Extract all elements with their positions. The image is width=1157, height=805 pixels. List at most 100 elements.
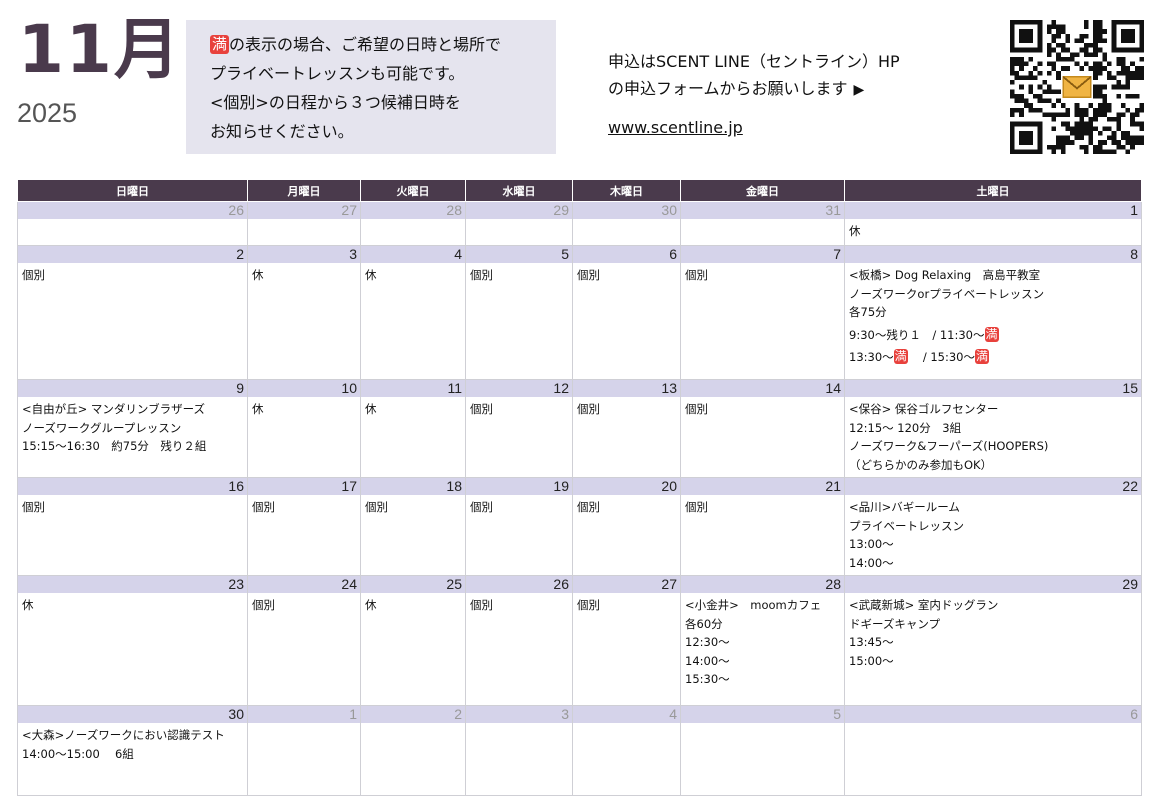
time-slot-line: 13:30〜満 / 15:30〜満 — [849, 348, 1137, 367]
day-number: 2 — [361, 706, 465, 723]
day-number: 23 — [18, 576, 247, 593]
event-text: 休 — [18, 593, 247, 618]
event-line: 個別 — [470, 500, 493, 514]
event-line: 個別 — [470, 402, 493, 416]
day-cell[interactable]: 2 — [360, 705, 466, 796]
event-text: 個別 — [361, 495, 465, 520]
event-text: 個別 — [466, 263, 572, 288]
day-cell[interactable]: 5 個別 — [465, 245, 573, 380]
event-text: 休 — [361, 263, 465, 288]
day-number: 15 — [845, 380, 1141, 397]
event-text: 個別 — [466, 397, 572, 422]
event-line: <武蔵新城> 室内ドッグラン — [849, 598, 999, 612]
day-cell[interactable]: 18 個別 — [360, 477, 466, 576]
day-cell[interactable]: 8 <板橋> Dog Relaxing 高島平教室 ノーズワークorプライベートレッ… — [844, 245, 1142, 380]
event-text: 個別 — [681, 397, 844, 422]
event-line: 休 — [252, 402, 264, 416]
event-line: 13:00〜 — [849, 537, 894, 551]
day-cell[interactable]: 11 休 — [360, 379, 466, 478]
day-cell[interactable]: 15 <保谷> 保谷ゴルフセンター 12:15〜 120分 3組 ノーズワーク&フーパ… — [844, 379, 1142, 478]
day-cell[interactable]: 2 個別 — [17, 245, 248, 380]
website-link[interactable]: www.scentline.jp — [608, 114, 900, 141]
event-text: <保谷> 保谷ゴルフセンター 12:15〜 120分 3組 ノーズワーク&フーパーズ… — [845, 397, 1141, 477]
time-slot-text: 9:30〜残り１ / 11:30〜 — [849, 327, 985, 342]
day-cell[interactable]: 30 <大森>ノーズワークにおい認識テスト 14:00〜15:00 6組 — [17, 705, 248, 796]
event-line: 個別 — [577, 268, 600, 282]
event-text — [573, 219, 680, 225]
day-number: 26 — [18, 202, 247, 219]
event-line: 各75分 — [849, 305, 887, 319]
day-cell[interactable]: 17 個別 — [247, 477, 361, 576]
calendar-week: 2 個別 3 休 4 休 5 個別 6 個別 7 個別 8 <板橋> Dog Relaxing 高島平教室… — [17, 245, 1142, 380]
day-cell[interactable]: 26 個別 — [465, 575, 573, 706]
notice-line-2: プライベートレッスンも可能です。 — [210, 64, 465, 83]
day-cell[interactable]: 24 個別 — [247, 575, 361, 706]
day-cell[interactable]: 28 <小金井> moomカフェ 各60分 12:30〜 14:00〜 15:30〜 — [680, 575, 845, 706]
event-line: 個別 — [252, 598, 275, 612]
day-cell[interactable]: 20 個別 — [572, 477, 681, 576]
event-line: 休 — [22, 598, 34, 612]
event-line: 個別 — [470, 598, 493, 612]
day-cell[interactable]: 3 — [465, 705, 573, 796]
day-cell[interactable]: 12 個別 — [465, 379, 573, 478]
envelope-icon — [1060, 70, 1094, 104]
event-line: 14:00〜 — [849, 555, 894, 570]
day-cell[interactable]: 4 — [572, 705, 681, 796]
notice-line-1: 満の表示の場合、ご希望の日時と場所で — [210, 35, 502, 54]
day-cell[interactable]: 25 休 — [360, 575, 466, 706]
day-number: 19 — [466, 478, 572, 495]
event-text — [681, 723, 844, 729]
day-cell[interactable]: 27 — [247, 201, 361, 246]
apply-info: 申込はSCENT LINE（セントライン）HP の申込フォームからお願いします ▶… — [608, 48, 900, 141]
event-text: 個別 — [681, 263, 844, 288]
day-cell[interactable]: 30 — [572, 201, 681, 246]
event-line: 個別 — [577, 598, 600, 612]
qr-code-icon[interactable] — [1010, 20, 1144, 154]
weekday-wed: 水曜日 — [465, 179, 573, 202]
day-cell[interactable]: 1 — [247, 705, 361, 796]
day-number: 13 — [573, 380, 680, 397]
day-cell[interactable]: 5 — [680, 705, 845, 796]
day-cell[interactable]: 4休 — [360, 245, 466, 380]
day-cell[interactable]: 28 — [360, 201, 466, 246]
weekday-mon: 月曜日 — [247, 179, 361, 202]
event-text — [248, 723, 360, 729]
event-text — [361, 723, 465, 729]
day-cell[interactable]: 6 — [844, 705, 1142, 796]
weekday-fri: 金曜日 — [680, 179, 845, 202]
day-number: 16 — [18, 478, 247, 495]
weekday-tue: 火曜日 — [360, 179, 466, 202]
day-number: 9 — [18, 380, 247, 397]
event-line: 個別 — [577, 500, 600, 514]
weekday-header-row: 日曜日 月曜日 火曜日 水曜日 木曜日 金曜日 土曜日 — [17, 179, 1142, 202]
event-line: 個別 — [685, 268, 708, 282]
event-text: <武蔵新城> 室内ドッグラン ドギーズキャンプ 13:45〜 15:00〜 — [845, 593, 1141, 673]
day-number: 17 — [248, 478, 360, 495]
day-cell[interactable]: 29 — [465, 201, 573, 246]
day-cell[interactable]: 3休 — [247, 245, 361, 380]
event-text: 個別 — [466, 593, 572, 618]
day-cell[interactable]: 7 個別 — [680, 245, 845, 380]
day-cell[interactable]: 16 個別 — [17, 477, 248, 576]
day-cell[interactable]: 26 — [17, 201, 248, 246]
day-cell[interactable]: 23 休 — [17, 575, 248, 706]
event-text: 個別 — [573, 593, 680, 618]
day-cell[interactable]: 9 <自由が丘> マンダリンブラザーズ ノーズワークグループレッスン 15:15〜16… — [17, 379, 248, 478]
day-cell[interactable]: 27 個別 — [572, 575, 681, 706]
day-cell[interactable]: 1休 — [844, 201, 1142, 246]
day-cell[interactable]: 10 休 — [247, 379, 361, 478]
calendar-week: 30 <大森>ノーズワークにおい認識テスト 14:00〜15:00 6組 1 2 3 4 5 6 — [17, 705, 1142, 796]
day-cell[interactable]: 29 <武蔵新城> 室内ドッグラン ドギーズキャンプ 13:45〜 15:00〜 — [844, 575, 1142, 706]
day-cell[interactable]: 22 <品川>バギールーム プライベートレッスン 13:00〜 14:00〜 — [844, 477, 1142, 576]
day-cell[interactable]: 13 個別 — [572, 379, 681, 478]
day-cell[interactable]: 21 個別 — [680, 477, 845, 576]
event-text: 休 — [248, 397, 360, 422]
day-cell[interactable]: 19 個別 — [465, 477, 573, 576]
day-cell[interactable]: 14 個別 — [680, 379, 845, 478]
event-text: 個別 — [573, 263, 680, 288]
event-line: 15:30〜 — [685, 672, 730, 686]
day-cell[interactable]: 31 — [680, 201, 845, 246]
event-text — [18, 219, 247, 225]
month-title: 11月 — [18, 11, 182, 88]
day-cell[interactable]: 6 個別 — [572, 245, 681, 380]
